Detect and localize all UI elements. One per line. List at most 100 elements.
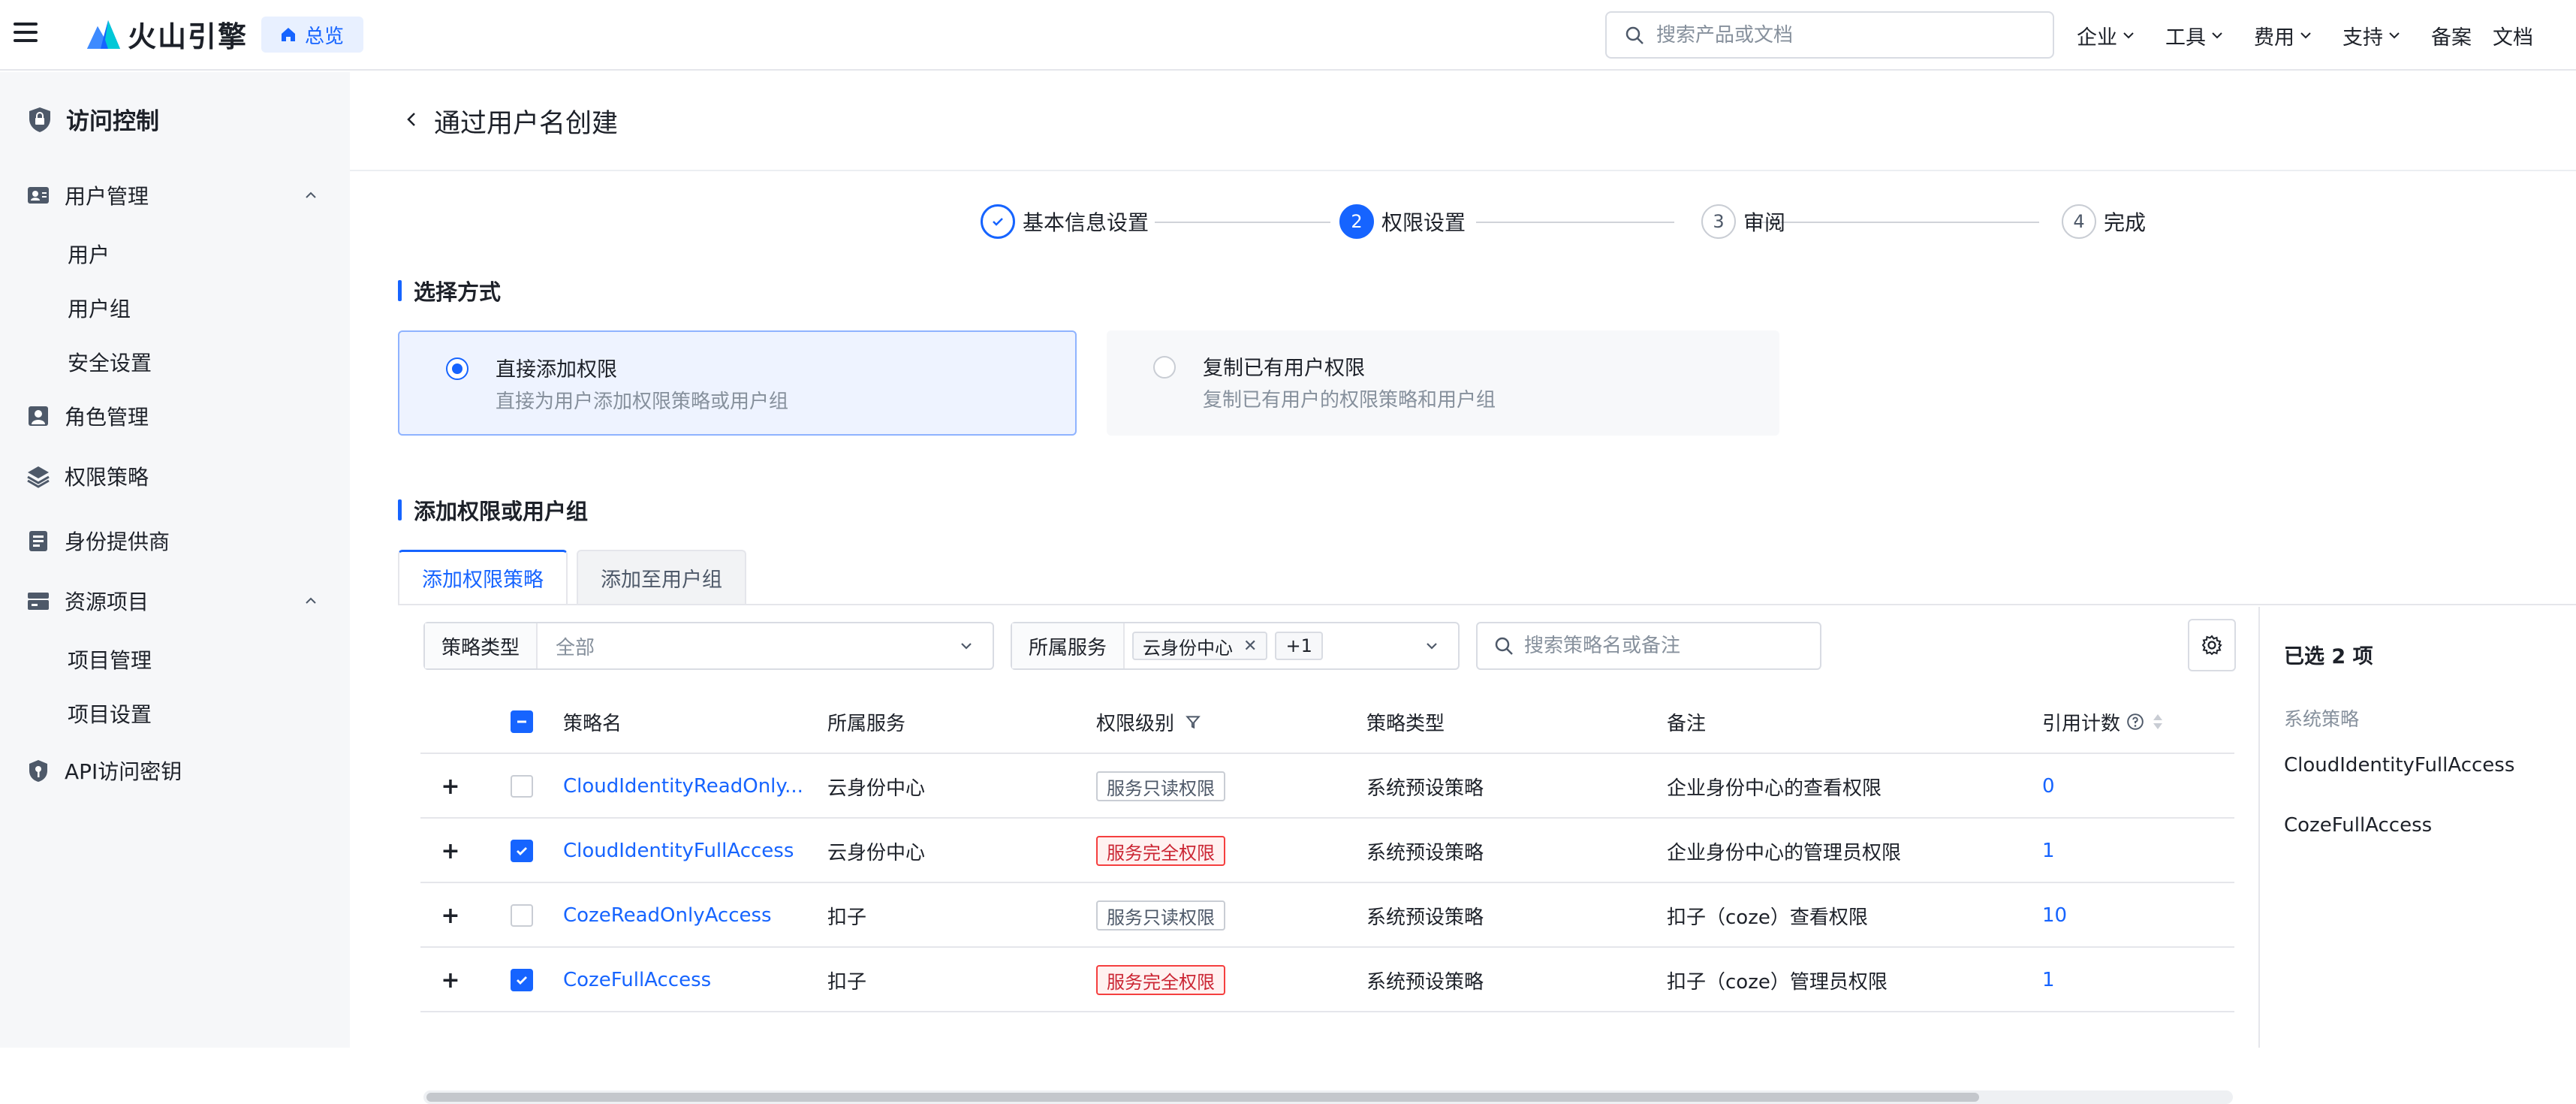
table-row: + CloudIdentityFullAccess 云身份中心 服务完全权限 系…	[420, 819, 2234, 883]
sidebar: 访问控制 用户管理 用户 用户组 安全设置 角色管理 权限策略 身份提供商 资源…	[0, 72, 350, 1048]
row-checkbox[interactable]	[511, 904, 533, 927]
service-tag-label: 云身份中心	[1143, 637, 1234, 659]
selected-panel: 已选 2 项 系统策略 CloudIdentityFullAccess Coze…	[2258, 607, 2576, 1048]
filter-label: 策略类型	[425, 623, 538, 668]
service-cell: 云身份中心	[827, 841, 926, 864]
expand-icon[interactable]: +	[440, 838, 461, 864]
section-title-add: 添加权限或用户组	[398, 494, 588, 526]
method-title: 复制已有用户权限	[1203, 357, 1365, 380]
row-checkbox[interactable]	[511, 840, 533, 862]
sidebar-item-user-groups[interactable]: 用户组	[68, 293, 131, 323]
overview-label: 总览	[305, 25, 345, 48]
shield-key-icon	[29, 760, 47, 782]
policy-type-cell: 系统预设策略	[1366, 906, 1484, 929]
tab-add-to-group[interactable]: 添加至用户组	[577, 550, 746, 604]
tab-add-policy[interactable]: 添加权限策略	[398, 550, 568, 604]
sidebar-item-project-settings[interactable]: 项目设置	[68, 698, 152, 728]
ref-count-link[interactable]: 10	[2042, 883, 2067, 948]
nav-docs[interactable]: 文档	[2493, 21, 2533, 50]
horizontal-scrollbar[interactable]	[423, 1090, 2233, 1104]
method-card-copy[interactable]: 复制已有用户权限 复制已有用户的权限策略和用户组	[1107, 330, 1779, 436]
brand-name: 火山引擎	[128, 20, 249, 53]
policy-search-input[interactable]	[1524, 635, 1772, 657]
check-icon	[517, 847, 527, 855]
global-search[interactable]	[1605, 11, 2054, 59]
overview-button[interactable]: 总览	[261, 17, 364, 53]
scrollbar-thumb[interactable]	[426, 1093, 1979, 1102]
more-tag[interactable]: +1	[1275, 632, 1323, 660]
back-arrow-icon[interactable]	[404, 110, 419, 129]
sidebar-item-users[interactable]: 用户	[68, 239, 110, 269]
nav-tools[interactable]: 工具	[2165, 21, 2224, 50]
row-checkbox[interactable]	[511, 775, 533, 798]
select-all-cell[interactable]	[511, 689, 533, 754]
nav-icp[interactable]: 备案	[2431, 21, 2472, 50]
table-row: + CozeFullAccess 扣子 服务完全权限 系统预设策略 扣子（coz…	[420, 948, 2234, 1012]
search-icon	[1625, 26, 1644, 44]
sidebar-group-idp[interactable]: 身份提供商	[26, 526, 318, 556]
ref-count-link[interactable]: 1	[2042, 948, 2055, 1012]
policy-search[interactable]	[1476, 622, 1821, 670]
col-service: 所属服务	[827, 712, 906, 735]
col-ref-count[interactable]: 引用计数	[2042, 689, 2164, 754]
layers-icon	[27, 466, 50, 488]
ref-count-link[interactable]: 1	[2042, 819, 2055, 883]
chevron-up-icon	[306, 192, 316, 198]
level-badge: 服务完全权限	[1096, 965, 1225, 995]
global-search-input[interactable]	[1656, 23, 2032, 47]
filter-icon[interactable]	[1185, 713, 1201, 730]
sidebar-title: 访问控制	[26, 102, 159, 136]
ref-count-link[interactable]: 0	[2042, 754, 2055, 819]
radio-selected[interactable]	[446, 357, 469, 380]
sidebar-group-api-keys[interactable]: API访问密钥	[26, 756, 318, 786]
expand-icon[interactable]: +	[440, 774, 461, 800]
sidebar-item-security[interactable]: 安全设置	[68, 347, 152, 377]
nav-enterprise[interactable]: 企业	[2077, 21, 2135, 50]
radio-unselected[interactable]	[1153, 356, 1176, 379]
policy-name-link[interactable]: CozeReadOnlyAccess	[563, 883, 772, 948]
step-done-indicator	[981, 204, 1015, 239]
policy-name-link[interactable]: CozeFullAccess	[563, 948, 711, 1012]
close-icon[interactable]: ✕	[1243, 637, 1257, 656]
chevron-down-icon	[2300, 32, 2311, 39]
table-settings-button[interactable]	[2188, 619, 2236, 671]
brand-logo[interactable]: 火山引擎	[86, 15, 248, 53]
selected-category: 系统策略	[2284, 708, 2360, 730]
level-badge: 服务只读权限	[1096, 900, 1225, 931]
role-icon	[29, 406, 48, 426]
step-number: 2	[1339, 204, 1374, 239]
filter-value: 全部	[556, 636, 595, 659]
col-level[interactable]: 权限级别	[1096, 689, 1201, 754]
folder-stack-icon	[28, 593, 49, 610]
nav-enterprise-label: 企业	[2077, 26, 2117, 50]
sidebar-group-api-keys-label: API访问密钥	[65, 759, 182, 784]
expand-icon[interactable]: +	[440, 903, 461, 929]
service-cell: 扣子	[827, 970, 867, 994]
main-content: 通过用户名创建 基本信息设置 2 权限设置 3 审阅 4 完成 选择方式 直接添…	[350, 72, 2576, 1104]
selected-item: CozeFullAccess	[2284, 814, 2433, 837]
nav-billing[interactable]: 费用	[2254, 21, 2312, 50]
policy-name-link[interactable]: CloudIdentityFullAccess	[563, 819, 794, 883]
sort-icon[interactable]	[2152, 713, 2164, 731]
sidebar-group-users[interactable]: 用户管理	[26, 180, 318, 210]
nav-support[interactable]: 支持	[2343, 21, 2401, 50]
select-all-checkbox[interactable]	[511, 710, 533, 733]
nav-support-label: 支持	[2343, 26, 2383, 50]
expand-icon[interactable]: +	[440, 967, 461, 994]
filter-label: 所属服务	[1012, 623, 1125, 668]
sidebar-group-roles[interactable]: 角色管理	[26, 401, 318, 431]
menu-icon[interactable]	[14, 23, 38, 42]
sidebar-group-projects[interactable]: 资源项目	[26, 586, 318, 616]
page-header: 通过用户名创建	[350, 72, 2576, 171]
service-filter[interactable]: 所属服务 云身份中心 ✕ +1	[1011, 622, 1460, 670]
policy-name-link[interactable]: CloudIdentityReadOnly...	[563, 754, 803, 819]
service-tag[interactable]: 云身份中心 ✕	[1132, 632, 1268, 660]
policy-type-filter[interactable]: 策略类型 全部	[423, 622, 994, 670]
sidebar-item-project-management[interactable]: 项目管理	[68, 644, 152, 674]
col-policy-name: 策略名	[563, 712, 622, 735]
gear-icon	[2201, 635, 2222, 656]
method-card-direct[interactable]: 直接添加权限 直接为用户添加权限策略或用户组	[398, 330, 1077, 436]
minus-icon	[517, 720, 526, 723]
row-checkbox[interactable]	[511, 969, 533, 991]
sidebar-group-policies[interactable]: 权限策略	[26, 461, 318, 491]
